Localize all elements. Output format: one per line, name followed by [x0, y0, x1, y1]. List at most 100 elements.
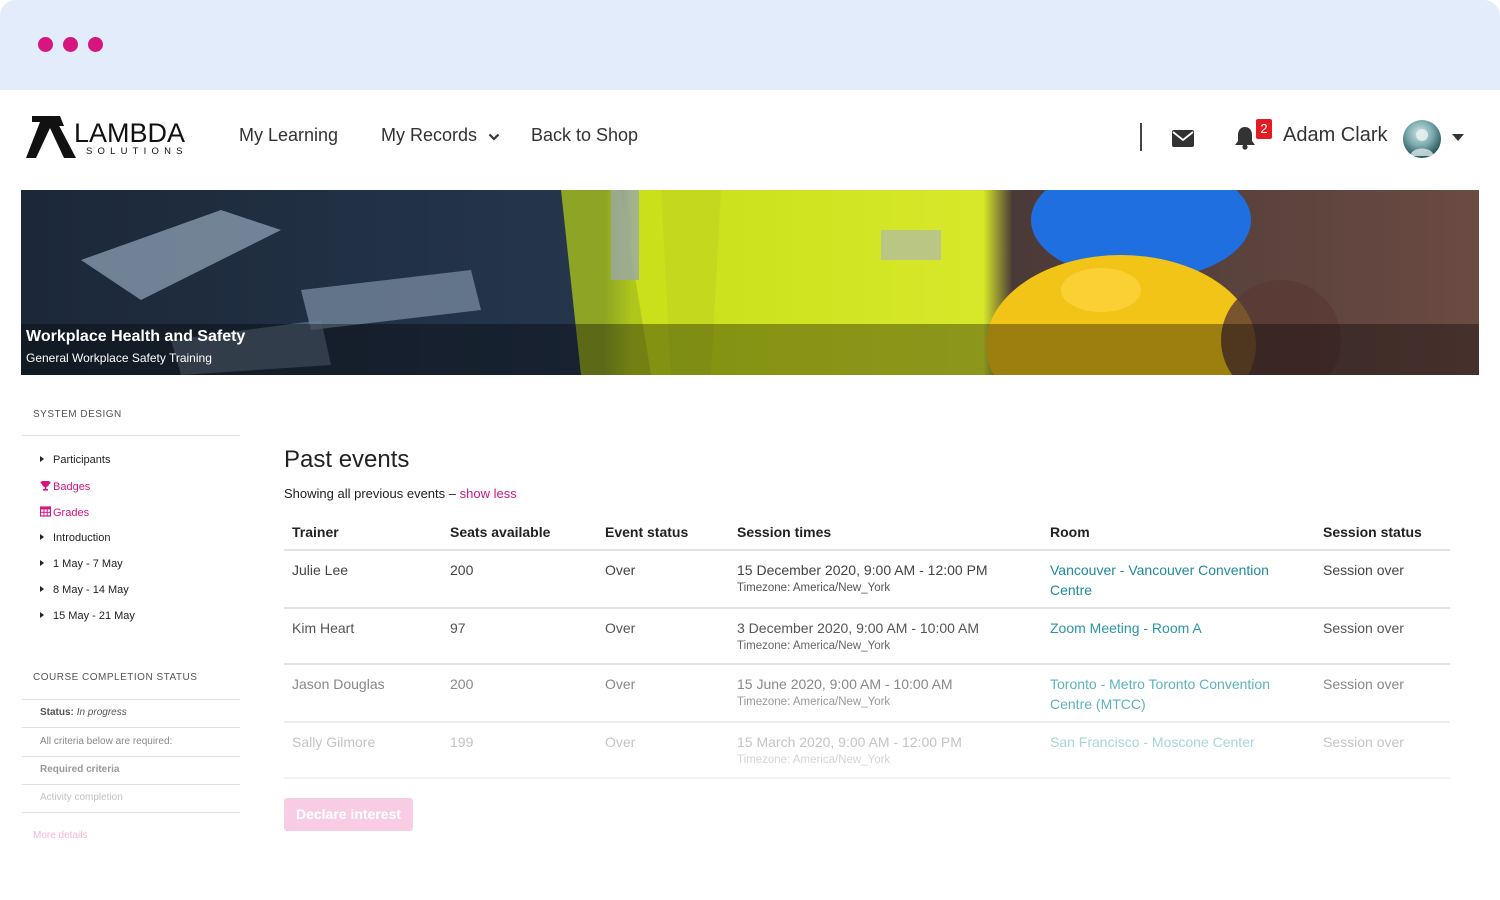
more-details-link[interactable]: More details [33, 830, 87, 841]
course-banner: Workplace Health and Safety General Work… [21, 190, 1479, 375]
timezone-cell: Timezone: America/New_York [737, 582, 891, 594]
room-link[interactable]: San Francisco - Moscone Center [1050, 732, 1290, 752]
sidebar-item-grades[interactable]: Grades [40, 506, 89, 519]
sidebar-item-label: 8 May - 14 May [53, 584, 129, 596]
trainer-cell: Sally Gilmore [292, 734, 376, 750]
avatar-person-icon [1410, 129, 1434, 156]
avatar[interactable] [1403, 120, 1441, 158]
triangle-right-icon [40, 456, 44, 462]
course-title: Workplace Health and Safety [26, 328, 246, 345]
table-header-divider [284, 549, 1450, 551]
row-divider [284, 607, 1450, 609]
show-less-link[interactable]: show less [460, 486, 517, 501]
completion-status: Status: In progress [40, 707, 127, 718]
sidebar-divider [22, 699, 240, 700]
column-header-seats[interactable]: Seats available [450, 524, 550, 540]
nav-my-records[interactable]: My Records [381, 125, 500, 146]
room-link[interactable]: Toronto - Metro Toronto Convention Centr… [1050, 674, 1290, 714]
sidebar-item-week-1[interactable]: 1 May - 7 May [40, 558, 123, 570]
sidebar-item-label: 15 May - 21 May [53, 610, 135, 622]
lambda-mark-icon [26, 116, 76, 158]
showing-text: Showing all previous events – [284, 486, 456, 501]
user-menu-caret-icon[interactable] [1452, 134, 1464, 141]
row-divider [284, 721, 1450, 723]
timezone-cell: Timezone: America/New_York [737, 640, 891, 652]
mail-icon[interactable] [1172, 130, 1194, 147]
trainer-cell: Jason Douglas [292, 676, 385, 692]
lambda-logo[interactable]: LAMBDA SOLUTIONS [24, 114, 194, 160]
sidebar-divider [22, 756, 240, 757]
sidebar-item-label: 1 May - 7 May [53, 558, 123, 570]
event-status-cell: Over [605, 676, 636, 692]
sidebar-item-label: Badges [53, 481, 91, 493]
completion-status-label: Status: [40, 707, 74, 718]
timezone-cell: Timezone: America/New_York [737, 696, 891, 708]
triangle-right-icon [40, 534, 44, 540]
chevron-down-icon [488, 133, 500, 141]
completion-status-value: In progress [76, 707, 127, 718]
window-minimize-dot[interactable] [63, 37, 78, 52]
session-status-cell: Session over [1323, 620, 1404, 636]
room-link[interactable]: Vancouver - Vancouver Convention Centre [1050, 560, 1290, 600]
column-header-session-status[interactable]: Session status [1323, 524, 1422, 540]
seats-cell: 199 [450, 734, 474, 750]
completion-section-title: COURSE COMPLETION STATUS [33, 672, 198, 683]
column-header-session-times[interactable]: Session times [737, 524, 831, 540]
logo-subtitle: SOLUTIONS [86, 146, 188, 157]
session-time-cell: 15 June 2020, 9:00 AM - 10:00 AM [737, 676, 953, 692]
sidebar-divider [22, 784, 240, 785]
column-header-event-status[interactable]: Event status [605, 524, 688, 540]
bell-icon[interactable] [1234, 126, 1256, 150]
sidebar-divider [22, 727, 240, 728]
seats-cell: 97 [450, 620, 466, 636]
sidebar-item-label: Participants [53, 454, 111, 466]
window-maximize-dot[interactable] [88, 37, 103, 52]
sidebar-divider [22, 435, 240, 436]
session-status-cell: Session over [1323, 734, 1404, 750]
sidebar-divider [22, 812, 240, 813]
criteria-note: All criteria below are required: [40, 736, 173, 747]
sidebar-item-week-2[interactable]: 8 May - 14 May [40, 584, 129, 596]
session-status-cell: Session over [1323, 562, 1404, 578]
sidebar-item-badges[interactable]: Badges [40, 480, 90, 493]
sidebar-item-introduction[interactable]: Introduction [40, 532, 110, 544]
required-criteria: Required criteria [40, 764, 120, 775]
sidebar-item-participants[interactable]: Participants [40, 454, 110, 466]
triangle-right-icon [40, 560, 44, 566]
triangle-right-icon [40, 612, 44, 618]
sidebar-section-title: SYSTEM DESIGN [33, 409, 122, 420]
timezone-cell: Timezone: America/New_York [737, 754, 891, 766]
column-header-trainer[interactable]: Trainer [292, 524, 339, 540]
trainer-cell: Kim Heart [292, 620, 355, 636]
logo-wordmark: LAMBDA [74, 118, 186, 148]
session-time-cell: 15 December 2020, 9:00 AM - 12:00 PM [737, 562, 988, 578]
window-close-dot[interactable] [38, 37, 53, 52]
notification-badge: 2 [1256, 119, 1272, 139]
triangle-right-icon [40, 586, 44, 592]
trophy-icon [40, 481, 51, 491]
nav-back-to-shop[interactable]: Back to Shop [531, 125, 638, 146]
showing-summary: Showing all previous events – show less [284, 486, 517, 501]
activity-completion: Activity completion [40, 792, 123, 803]
event-status-cell: Over [605, 734, 636, 750]
trainer-cell: Julie Lee [292, 562, 349, 578]
nav-my-learning[interactable]: My Learning [239, 125, 338, 146]
session-time-cell: 15 March 2020, 9:00 AM - 12:00 PM [737, 734, 962, 750]
sidebar-item-label: Grades [53, 507, 90, 519]
declare-interest-button[interactable]: Declare interest [284, 798, 413, 831]
session-time-cell: 3 December 2020, 9:00 AM - 10:00 AM [737, 620, 980, 636]
row-divider [284, 777, 1450, 779]
sidebar-item-label: Introduction [53, 532, 111, 544]
room-link[interactable]: Zoom Meeting - Room A [1050, 618, 1290, 638]
course-subtitle: General Workplace Safety Training [26, 351, 212, 365]
column-header-room[interactable]: Room [1050, 524, 1090, 540]
window-titlebar [0, 0, 1500, 90]
nav-divider [1140, 123, 1142, 151]
event-status-cell: Over [605, 562, 636, 578]
seats-cell: 200 [450, 676, 474, 692]
sidebar-item-week-3[interactable]: 15 May - 21 May [40, 610, 135, 622]
session-status-cell: Session over [1323, 676, 1404, 692]
table-icon [40, 506, 51, 517]
user-name[interactable]: Adam Clark [1283, 124, 1387, 147]
seats-cell: 200 [450, 562, 474, 578]
